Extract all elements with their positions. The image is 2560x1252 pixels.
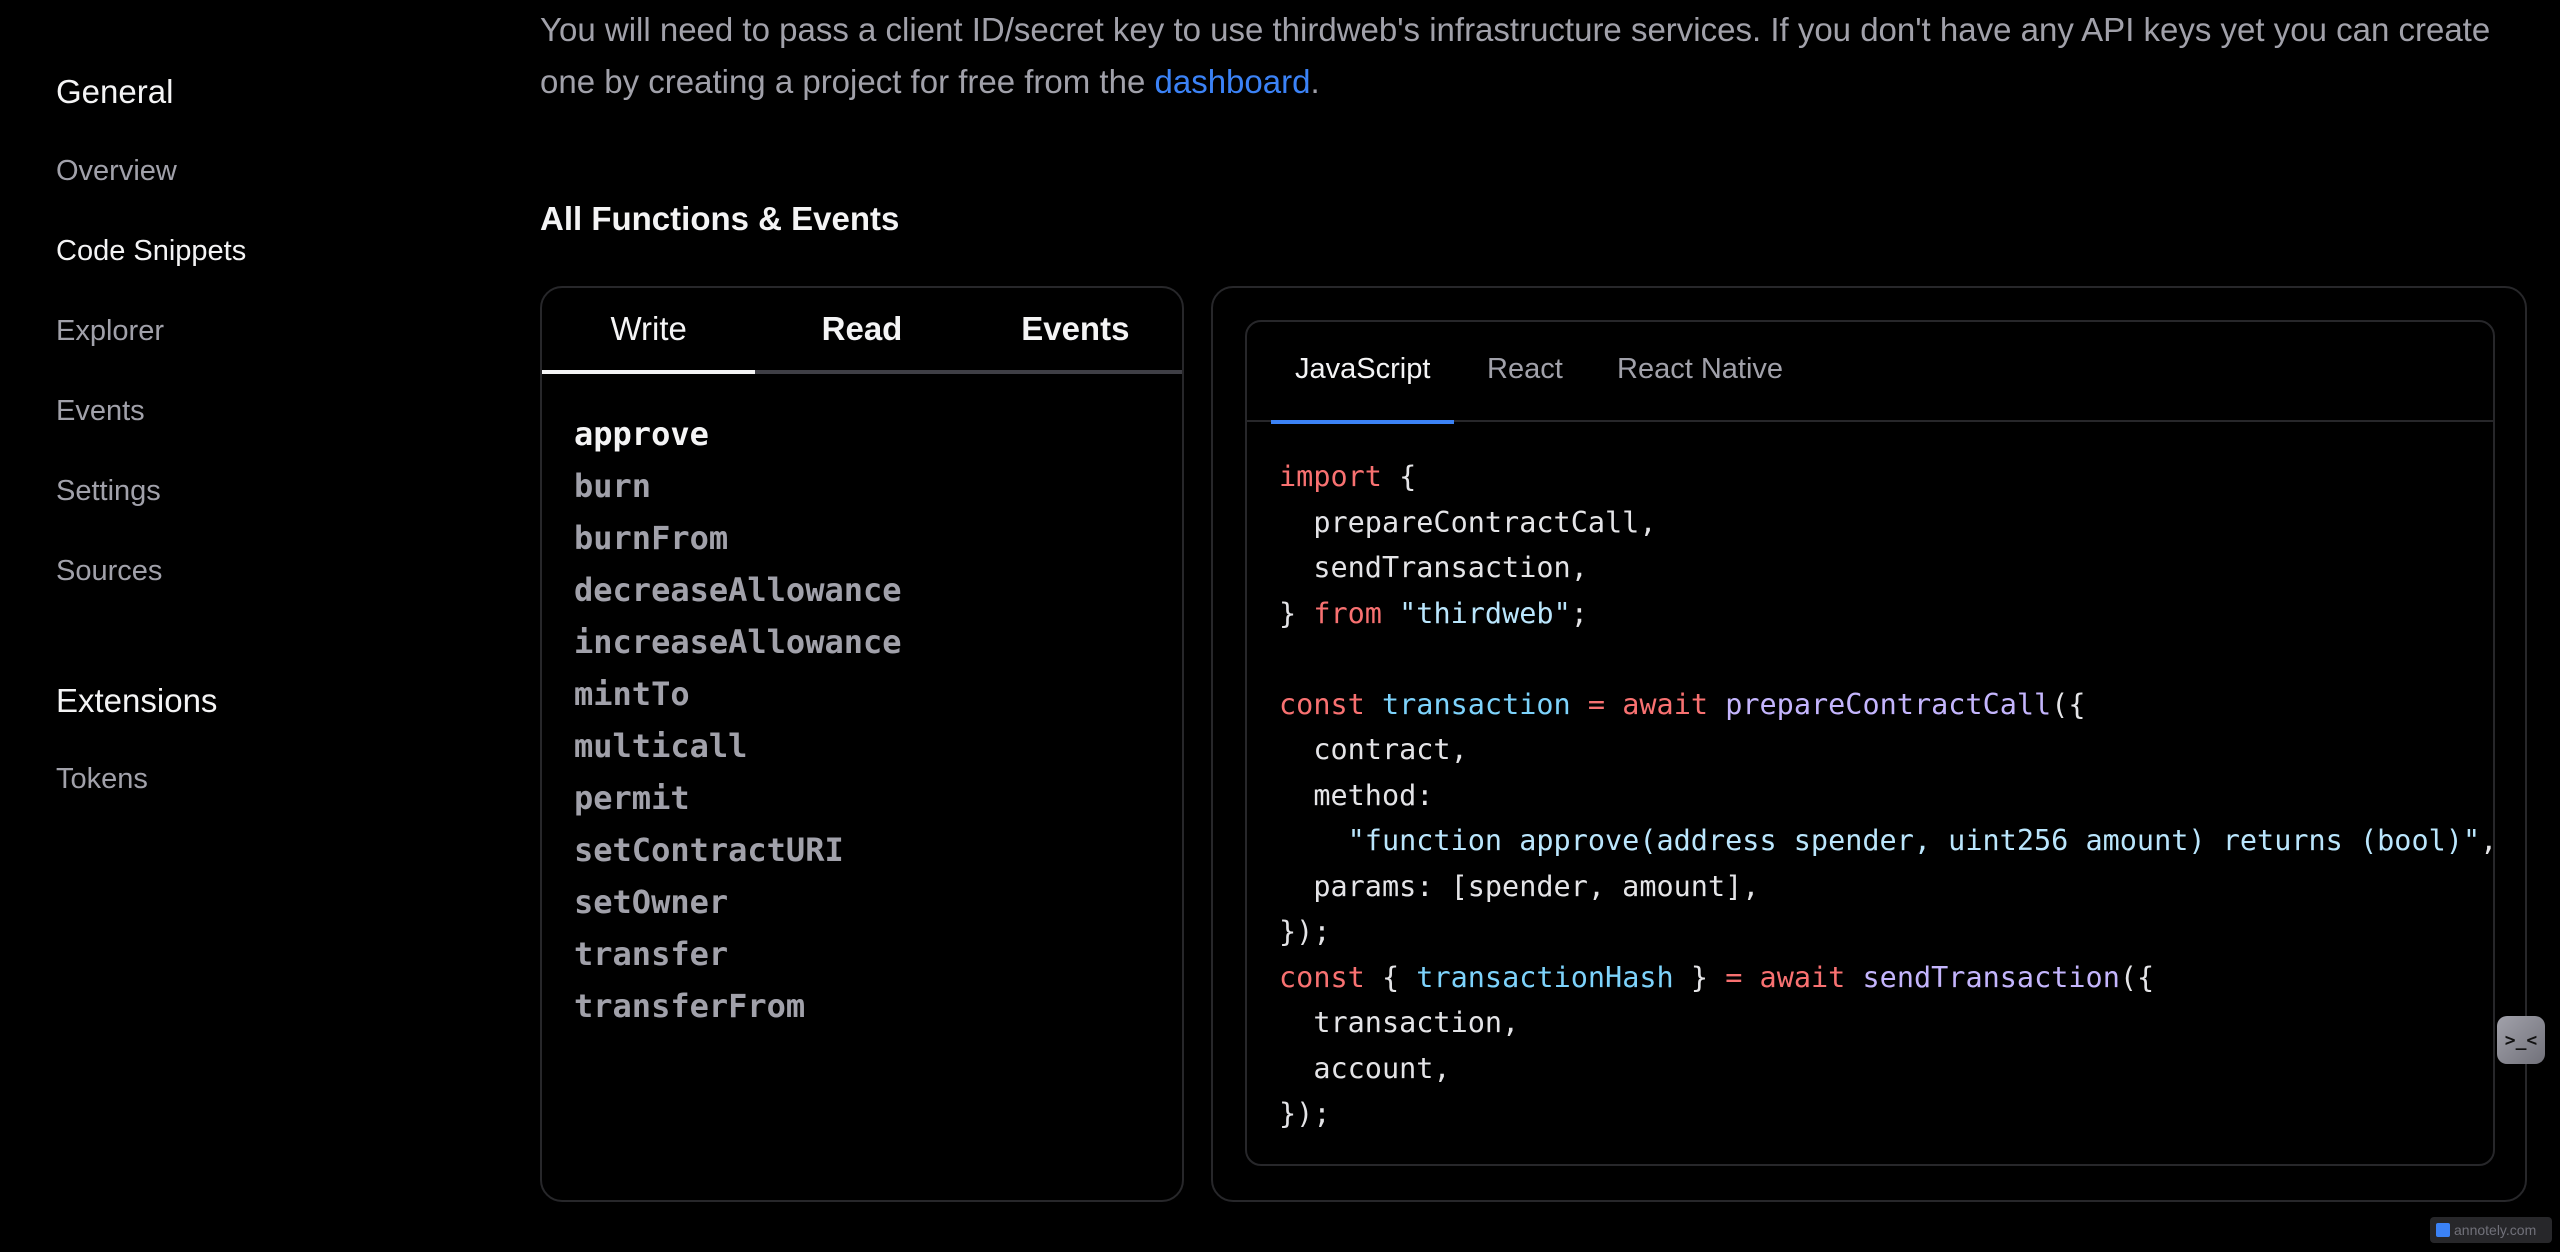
sidebar-heading-general: General xyxy=(56,73,174,110)
sidebar-item-overview[interactable]: Overview xyxy=(56,155,177,188)
chat-widget-button[interactable]: >_< xyxy=(2497,1016,2545,1064)
sidebar-item-settings[interactable]: Settings xyxy=(56,475,161,508)
dashboard-link[interactable]: dashboard xyxy=(1154,63,1310,100)
intro-paragraph: You will need to pass a client ID/secret… xyxy=(540,4,2520,108)
code-card: JavaScript React React Native import { p… xyxy=(1245,320,2495,1166)
watermark-logo-icon xyxy=(2436,1223,2450,1237)
function-item-permit[interactable]: permit xyxy=(574,772,902,824)
sidebar-item-events[interactable]: Events xyxy=(56,395,145,428)
function-item-burnfrom[interactable]: burnFrom xyxy=(574,512,902,564)
language-tabs: JavaScript React React Native xyxy=(1247,322,2493,424)
sidebar-item-code-snippets[interactable]: Code Snippets xyxy=(56,235,246,268)
functions-panel: Write Read Events approve burn burnFrom … xyxy=(540,286,1184,1202)
function-item-transferfrom[interactable]: transferFrom xyxy=(574,980,902,1032)
tab-react[interactable]: React xyxy=(1487,322,1563,422)
sidebar-item-sources[interactable]: Sources xyxy=(56,555,162,588)
function-item-mintto[interactable]: mintTo xyxy=(574,668,902,720)
intro-text-end: . xyxy=(1310,63,1320,100)
section-title: All Functions & Events xyxy=(540,200,900,237)
tab-events[interactable]: Events xyxy=(969,288,1182,370)
tab-react-native[interactable]: React Native xyxy=(1617,322,1783,422)
function-item-decreaseallowance[interactable]: decreaseAllowance xyxy=(574,564,902,616)
code-block[interactable]: import { prepareContractCall, sendTransa… xyxy=(1279,454,2493,1137)
function-item-multicall[interactable]: multicall xyxy=(574,720,902,772)
function-item-transfer[interactable]: transfer xyxy=(574,928,902,980)
tab-write[interactable]: Write xyxy=(542,288,756,374)
watermark-text: annotely.com xyxy=(2454,1222,2537,1238)
tab-javascript[interactable]: JavaScript xyxy=(1270,322,1455,424)
tab-read[interactable]: Read xyxy=(755,288,968,370)
function-list: approve burn burnFrom decreaseAllowance … xyxy=(574,408,902,1032)
function-item-increaseallowance[interactable]: increaseAllowance xyxy=(574,616,902,668)
watermark: annotely.com xyxy=(2430,1217,2552,1243)
sidebar-item-tokens[interactable]: Tokens xyxy=(56,763,148,796)
function-item-setowner[interactable]: setOwner xyxy=(574,876,902,928)
sidebar-item-explorer[interactable]: Explorer xyxy=(56,315,164,348)
intro-text: You will need to pass a client ID/secret… xyxy=(540,11,2491,100)
function-item-setcontracturi[interactable]: setContractURI xyxy=(574,824,902,876)
code-panel: JavaScript React React Native import { p… xyxy=(1211,286,2527,1202)
function-item-approve[interactable]: approve xyxy=(574,408,902,460)
terminal-face-icon: >_< xyxy=(2504,1029,2538,1051)
function-item-burn[interactable]: burn xyxy=(574,460,902,512)
sidebar-heading-extensions: Extensions xyxy=(56,682,218,719)
function-tabs: Write Read Events xyxy=(542,288,1182,374)
